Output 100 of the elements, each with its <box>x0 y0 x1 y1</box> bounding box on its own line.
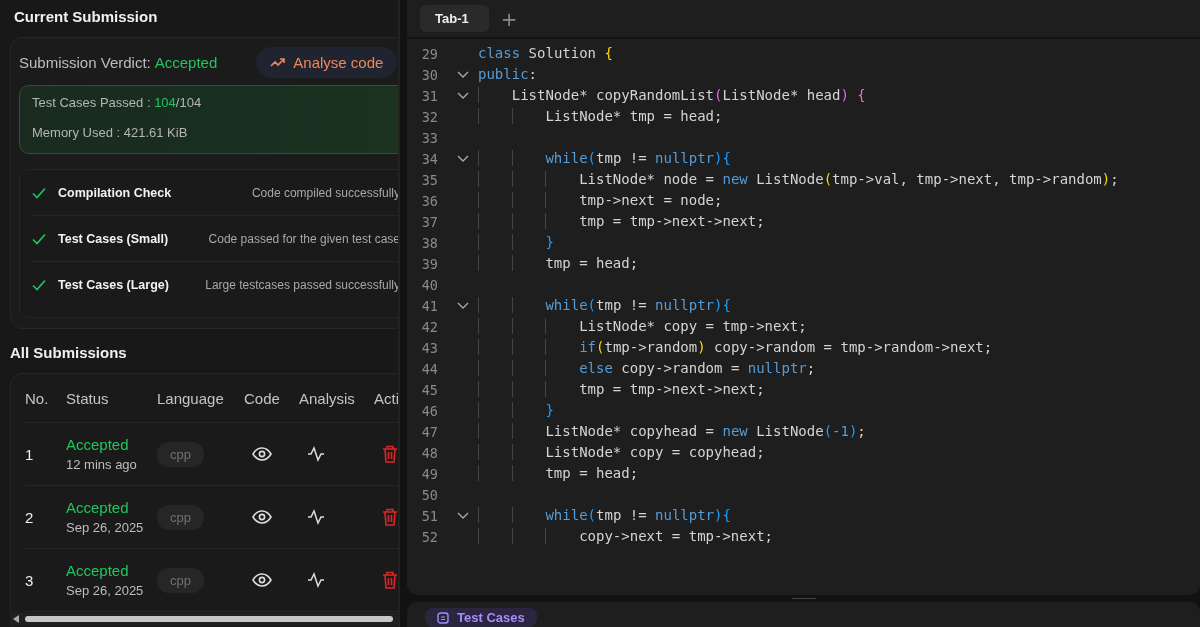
line-number: 45 <box>420 381 438 398</box>
eye-icon[interactable] <box>252 573 272 587</box>
line-number: 34 <box>420 150 438 167</box>
status-text: Accepted <box>66 436 129 453</box>
trash-icon[interactable] <box>382 571 398 589</box>
line-number: 41 <box>420 297 438 314</box>
row-number: 2 <box>25 508 34 526</box>
section-title: All Submissions <box>10 344 127 361</box>
list-icon <box>437 611 449 624</box>
check-icon <box>32 186 46 199</box>
line-number: 48 <box>420 444 438 461</box>
verdict-label: Submission Verdict: <box>19 53 151 71</box>
line-number: 32 <box>420 108 438 125</box>
status-text: Accepted <box>66 562 129 579</box>
fold-chevron-icon[interactable] <box>457 70 469 79</box>
tests-passed-label: Test Cases Passed : <box>32 95 151 110</box>
pulse-icon[interactable] <box>307 446 325 462</box>
check-icon <box>32 278 46 291</box>
code-line: tmp = tmp->next->next; <box>478 211 765 232</box>
check-detail: Large testcases passed successfully <box>204 277 400 292</box>
passed-count: 104 <box>154 95 176 110</box>
fold-chevron-icon[interactable] <box>457 511 469 520</box>
line-number: 30 <box>420 66 438 83</box>
line-number: 40 <box>420 276 438 293</box>
status-text: Accepted <box>66 499 129 516</box>
eye-icon[interactable] <box>252 447 272 461</box>
total-count: /104 <box>175 95 202 110</box>
language-tag: cpp <box>157 567 204 593</box>
row-number: 1 <box>25 445 34 463</box>
line-number: 35 <box>420 171 438 188</box>
code-line: } <box>478 232 554 253</box>
submission-time: Sep 26, 2025 <box>66 583 144 598</box>
code-line: } <box>478 400 554 421</box>
line-number: 49 <box>420 465 438 482</box>
fold-chevron-icon[interactable] <box>457 154 469 163</box>
code-line: else copy->random = nullptr; <box>478 358 816 379</box>
column-header: Status <box>66 389 110 407</box>
column-header: Acti <box>374 389 400 407</box>
line-number: 50 <box>420 486 438 503</box>
code-line: tmp = head; <box>478 253 639 274</box>
line-number: 36 <box>420 192 438 209</box>
analyse-code-button[interactable]: Analyse code <box>256 46 398 78</box>
line-number: 46 <box>420 402 438 419</box>
submission-time: 12 mins ago <box>66 457 137 472</box>
test-cases-tab[interactable]: Test Cases <box>425 608 537 627</box>
check-name: Compilation Check <box>58 185 172 200</box>
fold-chevron-icon[interactable] <box>457 91 469 100</box>
column-header: Code <box>244 389 281 407</box>
add-tab-button[interactable]: + <box>500 6 518 31</box>
code-line: ListNode* copyhead = new ListNode(-1); <box>478 421 866 442</box>
line-number: 51 <box>420 507 438 524</box>
code-line: while(tmp != nullptr){ <box>478 148 731 169</box>
code-line: while(tmp != nullptr){ <box>478 295 731 316</box>
check-icon <box>32 232 46 245</box>
line-number: 38 <box>420 234 438 251</box>
check-detail: Code compiled successfully <box>250 185 400 200</box>
code-line: public: <box>478 65 537 84</box>
scroll-left-icon[interactable] <box>13 615 19 623</box>
line-number: 29 <box>420 45 438 62</box>
code-line: tmp->next = node; <box>478 190 723 211</box>
line-number: 33 <box>420 129 438 146</box>
code-line: ListNode* copy = copyhead; <box>478 442 765 463</box>
code-line: copy->next = tmp->next; <box>478 526 774 547</box>
code-line: tmp = head; <box>478 463 639 484</box>
check-name: Test Cases (Large) <box>58 277 169 292</box>
pulse-icon[interactable] <box>307 572 325 588</box>
line-number: 31 <box>420 87 438 104</box>
language-tag: cpp <box>157 504 204 530</box>
line-number: 39 <box>420 255 438 272</box>
eye-icon[interactable] <box>252 510 272 524</box>
column-header: No. <box>25 389 50 407</box>
code-line: ListNode* copyRandomList(ListNode* head) { <box>478 85 866 106</box>
trend-icon <box>270 57 287 67</box>
code-line: class Solution { <box>478 44 613 63</box>
section-title: Current Submission <box>14 8 158 25</box>
verdict-value: Accepted <box>154 53 218 71</box>
line-number: 37 <box>420 213 438 230</box>
line-number: 43 <box>420 339 438 356</box>
code-line: ListNode* node = new ListNode(tmp->val, tmp->next, tmp->random); <box>478 169 1119 190</box>
trash-icon[interactable] <box>382 508 398 526</box>
submission-time: Sep 26, 2025 <box>66 520 144 535</box>
code-line: if(tmp->random) copy->random = tmp->random->next; <box>478 337 993 358</box>
memory-used: Memory Used : 421.61 KiB <box>32 125 188 140</box>
pulse-icon[interactable] <box>307 509 325 525</box>
editor-tab[interactable]: Tab-1 <box>420 5 489 32</box>
trash-icon[interactable] <box>382 445 398 463</box>
code-line: ListNode* tmp = head; <box>478 106 723 127</box>
column-header: Language <box>157 389 225 407</box>
fold-chevron-icon[interactable] <box>457 301 469 310</box>
check-name: Test Cases (Small) <box>58 231 169 246</box>
row-number: 3 <box>25 571 34 589</box>
code-line: ListNode* copy = tmp->next; <box>478 316 807 337</box>
code-line: while(tmp != nullptr){ <box>478 505 731 526</box>
line-number: 47 <box>420 423 438 440</box>
line-number: 42 <box>420 318 438 335</box>
language-tag: cpp <box>157 441 204 467</box>
column-header: Analysis <box>299 389 356 407</box>
code-line: tmp = tmp->next->next; <box>478 379 765 400</box>
line-number: 44 <box>420 360 438 377</box>
horizontal-scrollbar[interactable] <box>10 613 400 625</box>
